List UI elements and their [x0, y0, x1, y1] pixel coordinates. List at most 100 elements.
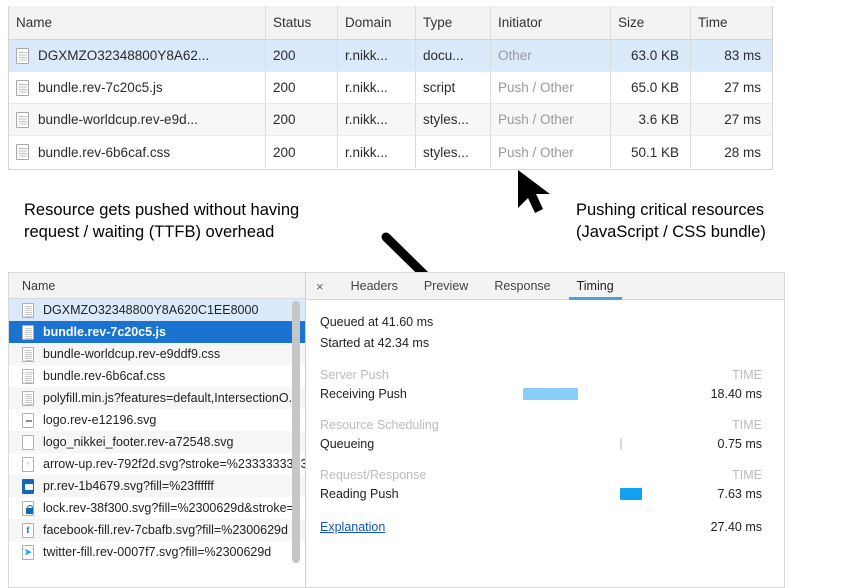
timing-row-value: 7.63 ms	[680, 487, 762, 501]
list-item[interactable]: bundle-worldcup.rev-e9ddf9.css	[9, 343, 305, 365]
twitter-icon: ➤	[22, 545, 34, 560]
timing-bar-receiving-push	[523, 388, 578, 400]
file-list-column-header-name[interactable]: Name	[9, 273, 305, 299]
file-name-label: DGXMZO32348800Y8A620C1EE8000	[43, 303, 258, 317]
timing-row-reading-push: Reading Push 7.63 ms	[320, 484, 762, 504]
timing-bar-queueing	[620, 438, 622, 450]
list-item[interactable]: DGXMZO32348800Y8A620C1EE8000	[9, 299, 305, 321]
timing-section-label: Request/Response	[320, 468, 426, 482]
file-name-label: logo_nikkei_footer.rev-a72548.svg	[43, 435, 233, 449]
tab-headers[interactable]: Headers	[338, 273, 411, 300]
timing-section-label: Server Push	[320, 368, 389, 382]
list-item[interactable]: lock.rev-38f300.svg?fill=%2300629d&strok…	[9, 497, 305, 519]
timing-row-track	[468, 487, 680, 501]
file-name-label: bundle-worldcup.rev-e9ddf9.css	[43, 347, 220, 361]
devtools-panel: Name DGXMZO32348800Y8A620C1EE8000 bundle…	[8, 272, 785, 588]
request-initiator-cell: Push / Other	[491, 104, 611, 135]
column-header-domain[interactable]: Domain	[338, 6, 416, 39]
request-name-cell: DGXMZO32348800Y8A62...	[9, 40, 266, 71]
document-icon	[16, 80, 29, 96]
table-row[interactable]: bundle-worldcup.rev-e9d... 200 r.nikk...…	[9, 104, 772, 136]
timing-row-track	[468, 387, 680, 401]
request-status-cell: 200	[266, 40, 338, 71]
column-header-time[interactable]: Time	[691, 6, 772, 39]
tab-timing[interactable]: Timing	[564, 273, 627, 300]
request-domain-cell: r.nikk...	[338, 72, 416, 103]
timing-time-column-label: TIME	[732, 368, 762, 382]
file-name-label: pr.rev-1b4679.svg?fill=%23ffffff	[43, 479, 214, 493]
table-row[interactable]: bundle.rev-7c20c5.js 200 r.nikk... scrip…	[9, 72, 772, 104]
tab-preview[interactable]: Preview	[411, 273, 481, 300]
file-name-label: twitter-fill.rev-0007f7.svg?fill=%230062…	[43, 545, 271, 559]
annotation-right-text: Pushing critical resources (JavaScript /…	[576, 199, 766, 243]
document-icon	[22, 347, 34, 362]
column-header-name[interactable]: Name	[9, 6, 266, 39]
request-name-cell: bundle-worldcup.rev-e9d...	[9, 104, 266, 135]
started-at-text: Started at 42.34 ms	[320, 333, 762, 354]
timing-time-column-label: TIME	[732, 418, 762, 432]
devtools-file-list-pane: Name DGXMZO32348800Y8A620C1EE8000 bundle…	[9, 273, 306, 587]
pr-badge-icon	[22, 479, 34, 494]
queued-at-text: Queued at 41.60 ms	[320, 312, 762, 333]
document-icon	[22, 325, 34, 340]
document-icon	[22, 391, 34, 406]
screenshot-root: Name Status Domain Type Initiator Size T…	[0, 0, 861, 588]
list-item[interactable]: polyfill.min.js?features=default,Interse…	[9, 387, 305, 409]
mouse-cursor-icon	[512, 168, 568, 216]
request-status-cell: 200	[266, 136, 338, 168]
timing-time-column-label: TIME	[732, 468, 762, 482]
request-status-cell: 200	[266, 72, 338, 103]
annotation-left-text: Resource gets pushed without having requ…	[24, 199, 299, 243]
request-initiator-cell: Other	[491, 40, 611, 71]
arrow-up-icon	[22, 457, 34, 472]
list-item[interactable]: bundle.rev-7c20c5.js	[9, 321, 305, 343]
timing-row-label: Receiving Push	[320, 387, 468, 401]
request-type-cell: script	[416, 72, 491, 103]
request-size-cell: 3.6 KB	[611, 104, 691, 135]
tab-response[interactable]: Response	[481, 273, 563, 300]
list-item[interactable]: logo.rev-e12196.svg	[9, 409, 305, 431]
table-row[interactable]: DGXMZO32348800Y8A62... 200 r.nikk... doc…	[9, 40, 772, 72]
timing-section-server-push-header: Server Push TIME	[320, 368, 762, 382]
request-status-cell: 200	[266, 104, 338, 135]
timing-row-receiving-push: Receiving Push 18.40 ms	[320, 384, 762, 404]
file-name-label: lock.rev-38f300.svg?fill=%2300629d&strok…	[43, 501, 294, 515]
file-list-scrollbar[interactable]	[292, 301, 300, 583]
list-item[interactable]: f facebook-fill.rev-7cbafb.svg?fill=%230…	[9, 519, 305, 541]
document-icon	[16, 112, 29, 128]
request-name-label: bundle.rev-6b6caf.css	[38, 145, 170, 160]
close-icon[interactable]: ×	[316, 280, 324, 293]
facebook-icon: f	[22, 523, 34, 538]
timing-footer-spacer	[468, 520, 680, 534]
column-header-type[interactable]: Type	[416, 6, 491, 39]
list-item[interactable]: pr.rev-1b4679.svg?fill=%23ffffff	[9, 475, 305, 497]
list-item[interactable]: arrow-up.rev-792f2d.svg?stroke=%23333333…	[9, 453, 305, 475]
request-domain-cell: r.nikk...	[338, 136, 416, 168]
file-list-scrollbar-thumb[interactable]	[292, 301, 300, 563]
request-type-cell: styles...	[416, 104, 491, 135]
request-domain-cell: r.nikk...	[338, 104, 416, 135]
column-header-initiator[interactable]: Initiator	[491, 6, 611, 39]
timing-row-label: Reading Push	[320, 487, 468, 501]
request-size-cell: 65.0 KB	[611, 72, 691, 103]
list-item[interactable]: ➤ twitter-fill.rev-0007f7.svg?fill=%2300…	[9, 541, 305, 563]
request-time-cell: 27 ms	[691, 104, 772, 135]
timing-breakdown: Queued at 41.60 ms Started at 42.34 ms S…	[306, 300, 784, 534]
timing-row-value: 0.75 ms	[680, 437, 762, 451]
list-item[interactable]: logo_nikkei_footer.rev-a72548.svg	[9, 431, 305, 453]
request-name-label: DGXMZO32348800Y8A62...	[38, 48, 209, 63]
table-row[interactable]: bundle.rev-6b6caf.css 200 r.nikk... styl…	[9, 136, 772, 168]
explanation-link[interactable]: Explanation	[320, 520, 468, 534]
file-name-label: bundle.rev-6b6caf.css	[43, 369, 165, 383]
request-name-label: bundle.rev-7c20c5.js	[38, 80, 163, 95]
file-name-label: arrow-up.rev-792f2d.svg?stroke=%23333333…	[43, 457, 305, 471]
timing-footer: Explanation 27.40 ms	[320, 520, 762, 534]
list-item[interactable]: bundle.rev-6b6caf.css	[9, 365, 305, 387]
document-icon	[16, 144, 29, 160]
request-size-cell: 63.0 KB	[611, 40, 691, 71]
column-header-status[interactable]: Status	[266, 6, 338, 39]
request-type-cell: styles...	[416, 136, 491, 168]
request-size-cell: 50.1 KB	[611, 136, 691, 168]
request-initiator-cell: Push / Other	[491, 136, 611, 168]
column-header-size[interactable]: Size	[611, 6, 691, 39]
